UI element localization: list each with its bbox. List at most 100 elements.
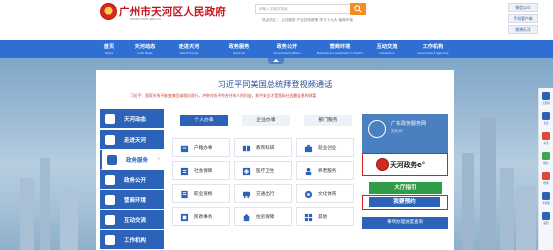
nav-interaction[interactable]: 互动交流 Interaction [370,40,404,58]
nav-label: 政务服务 [228,44,250,50]
nav-sublabel: Services [233,51,245,55]
sidebar-item-label: 政务公开 [124,178,147,184]
service-transport[interactable]: 交通出行 [234,184,292,203]
float-label: 无障碍 [542,102,550,105]
services-icon [107,155,117,165]
float-label: 手机版 [542,202,550,205]
nav-sublabel: Interaction [379,51,395,55]
nav-about[interactable]: 走进天河 About Tianhe [172,40,206,58]
chevron-right-icon: › [158,156,160,162]
service-label: 医疗卫生 [256,169,275,174]
collapse-toggle[interactable] [268,58,284,64]
float-follow[interactable]: 关注 [541,132,551,148]
float-wechat[interactable]: 微信 [541,152,551,168]
service-label: 文化体育 [318,192,337,197]
nav-news[interactable]: 天河动态 Look News [128,40,162,58]
tianhe-e-label: 天河政务e° [390,161,426,169]
float-mobile[interactable]: 手机版 [541,192,551,208]
service-social-security[interactable]: 社会保障 [172,161,230,180]
float-elderly[interactable]: 长者 [541,112,551,128]
service-label: 民政事务 [194,215,213,220]
nav-label: 天河动态 [134,44,156,50]
nav-sublabel: Government affairs [273,51,301,55]
sidebar-item-interaction[interactable]: 互动交流 [100,210,164,230]
hall-guide-button[interactable]: 大厅指引 [369,182,442,194]
back-to-top-icon [542,212,550,220]
headline-summary[interactable]: 习近平：国家关系不能变来回或相向而行，冲突对抗不符合任何人的利益，和平安全才是国… [130,93,430,99]
tianhe-e-logo-icon [376,158,389,171]
service-label: 教育科研 [256,146,275,151]
sidebar-item-about[interactable]: 走进天河 [100,130,164,150]
float-weibo[interactable]: 微博 [541,172,551,188]
follow-icon [542,132,550,140]
service-label: 就业创业 [318,146,337,151]
nav-label: 工作机构 [422,44,444,50]
service-label: 其他 [318,215,328,220]
sidebar-item-label: 走进天河 [124,138,147,144]
tab-department[interactable]: 部门服务 [304,115,352,126]
service-other[interactable]: 其他 [296,207,354,226]
qualification-icon [181,190,188,199]
float-accessibility[interactable]: 无障碍 [541,92,551,108]
sidebar-item-business[interactable]: 营商环境 [100,190,164,210]
elderly-icon [542,112,550,120]
service-education[interactable]: 教育科研 [234,138,292,157]
sidebar-item-label: 工作机构 [124,238,147,244]
search-input[interactable]: 请输入关键字搜索 [255,4,355,14]
employment-icon [304,144,313,153]
sidebar-item-label: 天河动态 [124,117,147,123]
wechat-icon [542,152,550,160]
service-employment[interactable]: 就业创业 [296,138,354,157]
service-civil-affairs[interactable]: 民政事务 [172,207,230,226]
sidebar-item-label: 互动交流 [124,218,147,224]
appointment-button[interactable]: 我要预约 [362,195,448,210]
civil-affairs-icon [180,213,189,222]
nav-label: 政务公开 [276,44,298,50]
sidebar-item-services[interactable]: 政务服务 › [100,150,164,170]
tab-enterprise[interactable]: 企业办事 [242,115,290,126]
float-back[interactable]: 返回 [541,212,551,228]
nav-label: 首页 [103,44,115,50]
wechat-button[interactable]: 微信公众 [508,3,538,12]
nav-label: 营商环境 [329,44,351,50]
hot-words[interactable]: 热点词汇： 公共服务 产业扶持政策 学习十九大 营商环境 [262,18,353,23]
service-label: 住房保障 [256,215,275,220]
headline[interactable]: 习近平同美国总统拜登视频通话 [96,78,454,90]
elderly-care-icon [305,167,312,176]
sidebar-item-label: 政务服务 [126,158,149,164]
nav-agencies[interactable]: 工作机构 Government Agencies [408,40,458,58]
sidebar-item-news[interactable]: 天河动态 [100,109,164,129]
float-label: 微博 [543,182,549,185]
search-icon [354,5,362,13]
search-button[interactable] [350,3,366,15]
business-icon [105,195,115,205]
service-label: 交通出行 [256,192,275,197]
service-household[interactable]: 户籍办事 [172,138,230,157]
mobile-icon [542,192,550,200]
service-elderly-care[interactable]: 养老服务 [296,161,354,180]
appointment-label: 我要预约 [369,197,440,207]
nav-home[interactable]: 首页 Home [96,40,122,58]
nav-services[interactable]: 政务服务 Services [222,40,256,58]
guangdong-service-logo-icon [368,120,386,138]
progress-query-button[interactable]: 事项办理进度查询 [362,217,448,229]
service-housing[interactable]: 住房保障 [234,207,292,226]
service-medical[interactable]: 医疗卫生 [234,161,292,180]
about-icon [105,135,115,145]
service-qualification[interactable]: 职业资格 [172,184,230,203]
service-culture-sports[interactable]: 文化体育 [296,184,354,203]
weibo-button[interactable]: 微博天河 [508,25,538,34]
site-url: www.thnet.gov.cn [130,17,162,21]
guangdong-service-title: 广东政务服务网 [391,121,427,127]
mobile-client-button[interactable]: 手机客户端 [508,14,538,23]
service-label: 职业资格 [194,192,213,197]
agencies-icon [105,235,115,245]
nav-gov-affairs[interactable]: 政务公开 Government affairs [264,40,310,58]
guangdong-service-subtitle: 天河分厅 [391,129,404,133]
service-label: 户籍办事 [194,146,213,151]
tab-personal[interactable]: 个人办事 [180,115,228,126]
nav-business[interactable]: 营商环境 Business & Investment in Tianhe [312,40,368,58]
news-icon [105,114,115,124]
sidebar-item-gov-affairs[interactable]: 政务公开 [100,170,164,190]
sidebar-item-agencies[interactable]: 工作机构 [100,230,164,250]
